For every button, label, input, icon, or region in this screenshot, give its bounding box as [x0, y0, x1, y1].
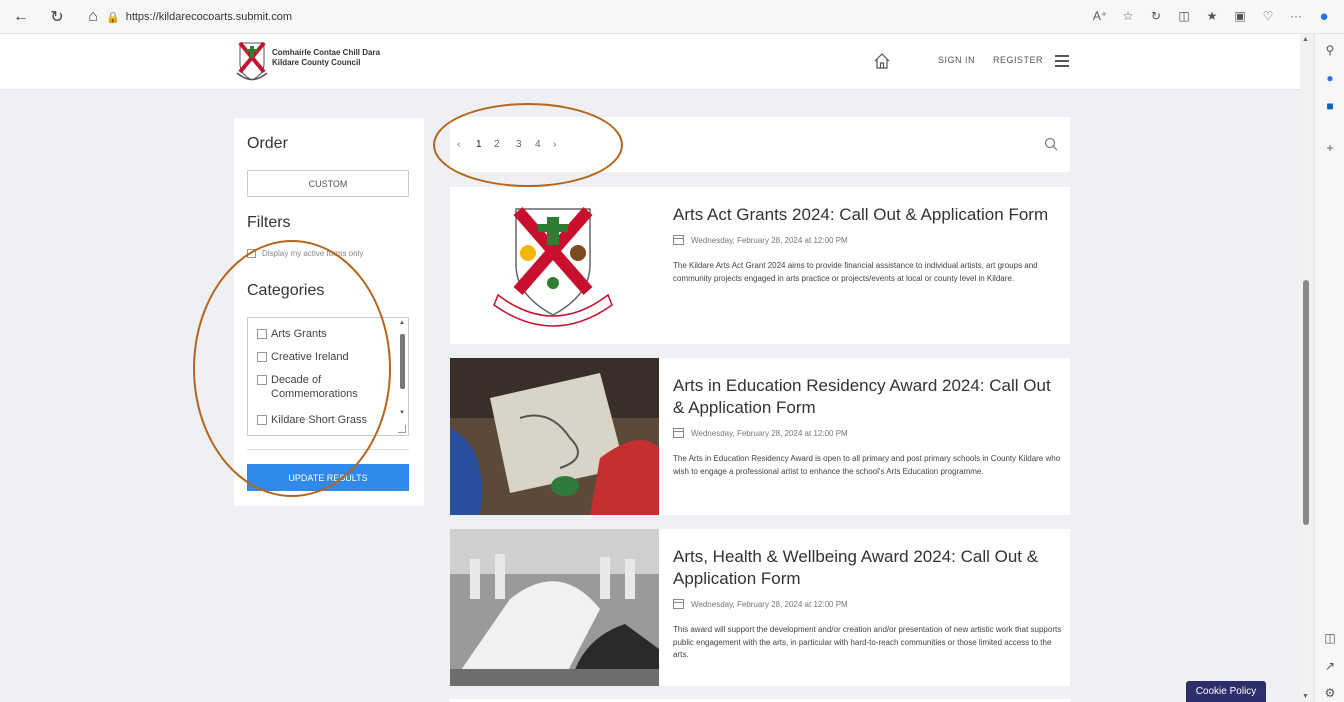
- scrollbar-thumb[interactable]: [1303, 280, 1309, 525]
- form-card[interactable]: Arts in Education Residency Award 2024: …: [450, 358, 1070, 515]
- read-aloud-icon[interactable]: A⁺: [1090, 6, 1110, 26]
- categories-scroll-down-icon[interactable]: ▼: [399, 410, 405, 416]
- card-title[interactable]: Arts in Education Residency Award 2024: …: [673, 375, 1053, 419]
- active-forms-label: Display my active forms only: [262, 249, 364, 258]
- favorite-star-icon[interactable]: ☆: [1118, 6, 1138, 26]
- calendar-icon: [673, 235, 684, 245]
- card-date-text: Wednesday, February 28, 2024 at 12:00 PM: [691, 428, 848, 438]
- favorites-icon[interactable]: ★: [1202, 6, 1222, 26]
- address-bar[interactable]: 🔒 https://kildarecocoarts.submit.com: [106, 6, 1058, 28]
- card-title[interactable]: Arts Act Grants 2024: Call Out & Applica…: [673, 204, 1053, 226]
- hamburger-menu-icon[interactable]: [1055, 55, 1069, 67]
- home-icon[interactable]: ⌂: [80, 4, 106, 30]
- page-link-1[interactable]: 1: [476, 139, 482, 150]
- page-scrollbar[interactable]: ▲ ▼: [1300, 34, 1312, 702]
- form-card[interactable]: Arts Act Grants 2024: Call Out & Applica…: [450, 187, 1070, 344]
- card-date: Wednesday, February 28, 2024 at 12:00 PM: [673, 235, 848, 245]
- category-checkbox[interactable]: [257, 329, 267, 339]
- address-url: https://kildarecocoarts.submit.com: [125, 11, 292, 23]
- search-icon[interactable]: [1044, 137, 1058, 151]
- card-date: Wednesday, February 28, 2024 at 12:00 PM: [673, 428, 848, 438]
- card-title[interactable]: Arts, Health & Wellbeing Award 2024: Cal…: [673, 546, 1053, 590]
- update-results-button[interactable]: UPDATE RESULTS: [247, 464, 409, 491]
- next-page-icon[interactable]: ›: [553, 139, 556, 150]
- split-screen-icon[interactable]: ◫: [1174, 6, 1194, 26]
- page-link-2[interactable]: 2: [494, 139, 500, 150]
- site-header: Comhairle Contae Chill Dara Kildare Coun…: [0, 34, 1300, 90]
- card-description: The Arts in Education Residency Award is…: [673, 454, 1061, 476]
- kildare-crest-image: [450, 187, 659, 344]
- council-name-irish: Comhairle Contae Chill Dara: [272, 48, 381, 57]
- category-label: Arts Grants: [271, 328, 327, 340]
- council-name-english: Kildare County Council: [272, 58, 361, 67]
- sidebar-layout-icon[interactable]: ◫: [1322, 630, 1338, 646]
- category-label: Decade of Commemorations: [271, 374, 358, 400]
- browser-sidebar: ⚲ ● ■ + ◫ ↗ ⚙: [1314, 34, 1344, 702]
- browser-toolbar-icons: A⁺ ☆ ↻ ◫ ★ ▣ ♡ ··· ●: [1090, 6, 1334, 26]
- calendar-icon: [673, 428, 684, 438]
- active-forms-filter[interactable]: Display my active forms only: [247, 249, 363, 258]
- card-description: This award will support the development …: [673, 625, 1062, 659]
- divider: [247, 449, 409, 450]
- category-item[interactable]: Kildare Short Grass: [257, 413, 392, 427]
- children-drawing-photo: [450, 358, 659, 515]
- calendar-icon: [673, 599, 684, 609]
- categories-scroll-thumb[interactable]: [400, 334, 405, 389]
- back-icon[interactable]: ←: [8, 4, 34, 30]
- prev-page-icon[interactable]: ‹: [457, 139, 460, 150]
- extensions-icon[interactable]: ↻: [1146, 6, 1166, 26]
- collections-icon[interactable]: ▣: [1230, 6, 1250, 26]
- categories-list[interactable]: Arts Grants Creative Ireland Decade of C…: [247, 317, 409, 436]
- card-description: The Kildare Arts Act Grant 2024 aims to …: [673, 261, 1038, 283]
- refresh-icon[interactable]: ↻: [44, 4, 70, 30]
- council-name: Comhairle Contae Chill Dara Kildare Coun…: [272, 48, 380, 68]
- form-card[interactable]: Arts, Health & Wellbeing Award 2024: Cal…: [450, 529, 1070, 686]
- categories-scrollbar[interactable]: ▲ ▼: [398, 320, 406, 420]
- filter-panel: Order CUSTOM Filters Display my active f…: [234, 118, 424, 506]
- scroll-down-icon[interactable]: ▼: [1302, 693, 1309, 700]
- external-link-icon[interactable]: ↗: [1322, 658, 1338, 674]
- search-sidebar-icon[interactable]: ⚲: [1322, 42, 1338, 58]
- resize-grip-icon[interactable]: [398, 425, 406, 433]
- dance-class-photo: [450, 529, 659, 686]
- category-item[interactable]: Arts Grants: [257, 327, 392, 341]
- category-label: Creative Ireland: [271, 351, 349, 363]
- more-icon[interactable]: ···: [1286, 6, 1306, 26]
- scroll-up-icon[interactable]: ▲: [1302, 36, 1309, 43]
- home-nav-icon[interactable]: [873, 52, 891, 70]
- browser-toolbar: ← ↻ ⌂ 🔒 https://kildarecocoarts.submit.c…: [0, 0, 1344, 34]
- settings-icon[interactable]: ⚙: [1322, 685, 1338, 701]
- sign-in-link[interactable]: SIGN IN: [938, 55, 975, 65]
- category-item[interactable]: Creative Ireland: [257, 350, 392, 364]
- council-crest-logo[interactable]: [234, 40, 270, 84]
- page-link-4[interactable]: 4: [535, 139, 541, 150]
- copilot-icon[interactable]: ●: [1314, 6, 1334, 26]
- card-date-text: Wednesday, February 28, 2024 at 12:00 PM: [691, 235, 848, 245]
- add-sidebar-icon[interactable]: +: [1322, 140, 1338, 156]
- lock-icon: 🔒: [106, 11, 120, 24]
- category-label: Kildare Short Grass: [271, 414, 367, 426]
- order-select[interactable]: CUSTOM: [247, 170, 409, 197]
- filters-heading: Filters: [247, 214, 291, 231]
- discover-icon[interactable]: ●: [1322, 70, 1338, 86]
- page-link-3[interactable]: 3: [516, 139, 522, 150]
- order-heading: Order: [247, 135, 288, 152]
- categories-heading: Categories: [247, 282, 325, 299]
- category-item[interactable]: Decade of Commemorations: [257, 373, 392, 401]
- cookie-policy-button[interactable]: Cookie Policy: [1186, 681, 1266, 702]
- category-checkbox[interactable]: [257, 375, 267, 385]
- category-checkbox[interactable]: [257, 352, 267, 362]
- register-link[interactable]: REGISTER: [993, 55, 1043, 65]
- outlook-icon[interactable]: ■: [1322, 98, 1338, 114]
- card-date-text: Wednesday, February 28, 2024 at 12:00 PM: [691, 599, 848, 609]
- active-forms-checkbox[interactable]: [247, 249, 256, 258]
- pagination-bar: ‹ 1 2 3 4 ›: [450, 117, 1070, 172]
- categories-scroll-up-icon[interactable]: ▲: [399, 320, 405, 326]
- card-date: Wednesday, February 28, 2024 at 12:00 PM: [673, 599, 848, 609]
- browser-essentials-icon[interactable]: ♡: [1258, 6, 1278, 26]
- category-checkbox[interactable]: [257, 415, 267, 425]
